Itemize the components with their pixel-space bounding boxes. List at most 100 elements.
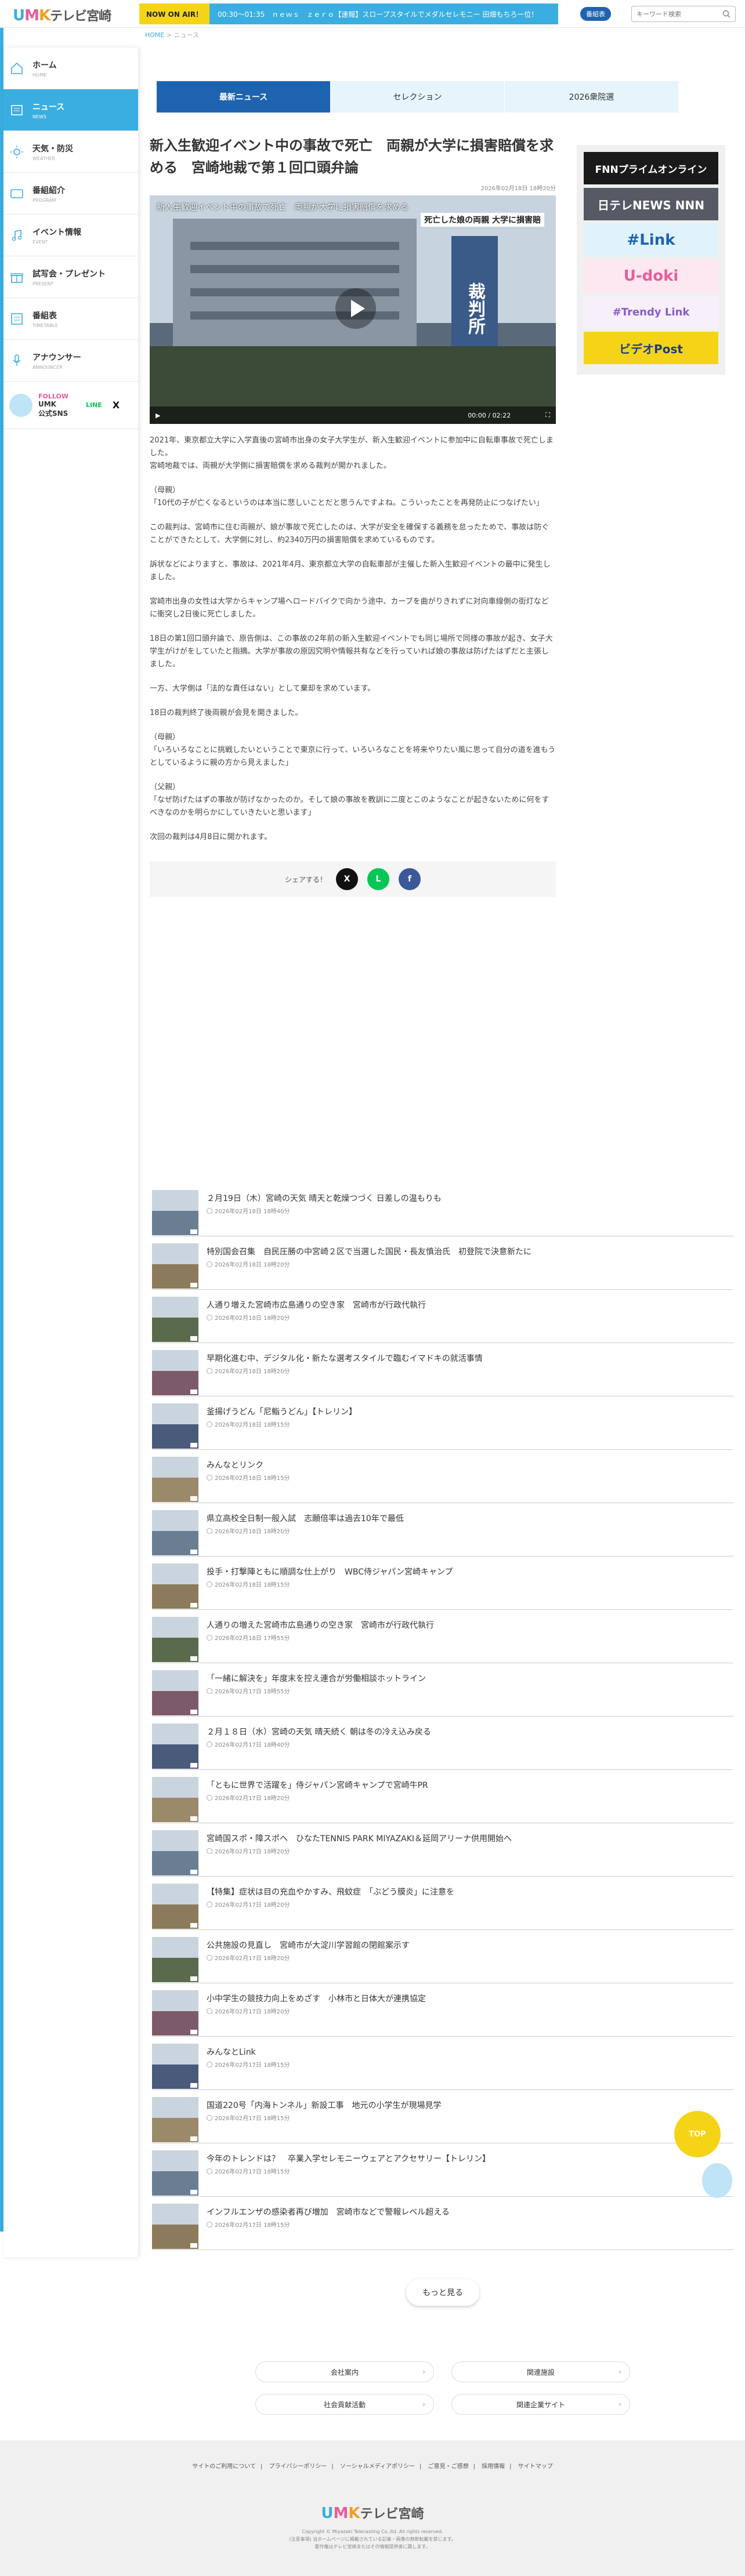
site-logo[interactable]: UMKテレビ宮崎 [13, 6, 111, 24]
tab-election[interactable]: 2026衆院選 [505, 81, 679, 113]
news-thumbnail[interactable] [152, 1350, 198, 1395]
news-title[interactable]: 国道220号「内海トンネル」新設工事 地元の小学生が現場見学 [207, 2099, 441, 2111]
news-thumbnail[interactable] [152, 1617, 198, 1662]
news-title[interactable]: 早期化進む中、デジタル化・新たな選考スタイルで臨むイマドキの就活事情 [207, 1352, 483, 1364]
news-list-item[interactable]: 宮崎国スポ・障スポへ ひなたTENNIS PARK MIYAZAKI＆延岡アリー… [152, 1823, 733, 1877]
video-controls[interactable]: ▶ 00:00 / 02:22 ⛶ [150, 407, 556, 424]
footer-nav-item[interactable]: 採用情報 [482, 2463, 505, 2470]
tab-selection[interactable]: セレクション [331, 81, 505, 113]
line-icon[interactable]: LINE [86, 401, 102, 409]
news-list-item[interactable]: 国道220号「内海トンネル」新設工事 地元の小学生が現場見学 2026年02月17… [152, 2090, 733, 2143]
news-list-item[interactable]: ２月１８日（水）宮崎の天気 晴天続く 朝は冬の冷え込み戻る 2026年02月17日… [152, 1717, 733, 1770]
news-list-item[interactable]: 公共施設の見直し 宮崎市が大淀川学習館の閉館案示す 2026年02月17日 18時… [152, 1930, 733, 1983]
news-title[interactable]: インフルエンザの感染者再び増加 宮崎市などで警報レベル超える [207, 2206, 450, 2218]
banner-link[interactable]: #Link [584, 224, 718, 256]
banner-fnn[interactable]: FNNプライムオンライン [584, 152, 718, 184]
news-title[interactable]: ２月１８日（水）宮崎の天気 晴天続く 朝は冬の冷え込み戻る [207, 1726, 431, 1737]
news-thumbnail[interactable] [152, 1190, 198, 1235]
news-title[interactable]: 「ともに世界で活躍を」侍ジャパン宮崎キャンプで宮崎牛PR [207, 1779, 428, 1791]
news-thumbnail[interactable] [152, 1724, 198, 1769]
news-thumbnail[interactable] [152, 1243, 198, 1289]
play-icon[interactable]: ▶ [155, 412, 160, 419]
news-list-item[interactable]: 今年のトレンドは？ 卒業入学セレモニーウェアとアクセサリー【トレリン】 2026年… [152, 2143, 733, 2197]
news-thumbnail[interactable] [152, 1297, 198, 1342]
news-list-item[interactable]: みんなとLink 2026年02月17日 18時15分 [152, 2037, 733, 2090]
news-title[interactable]: 特別国会召集 自民圧勝の中宮崎２区で当選した国民・長友慎治氏 初登院で決意新たに [207, 1246, 531, 1257]
news-list-item[interactable]: みんなとリンク 2026年02月18日 18時15分 [152, 1450, 733, 1503]
footer-logo[interactable]: UMKテレビ宮崎 [0, 2504, 745, 2522]
share-x-icon[interactable]: X [336, 868, 358, 890]
news-title[interactable]: 宮崎国スポ・障スポへ ひなたTENNIS PARK MIYAZAKI＆延岡アリー… [207, 1833, 512, 1844]
tab-latest-news[interactable]: 最新ニュース [157, 81, 331, 113]
footer-nav-item[interactable]: プライバシーポリシー [269, 2463, 327, 2470]
news-list-item[interactable]: 特別国会召集 自民圧勝の中宮崎２区で当選した国民・長友慎治氏 初登院で決意新たに… [152, 1236, 733, 1290]
banner-udoki[interactable]: U-doki [584, 260, 718, 292]
news-title[interactable]: みんなとリンク [207, 1459, 290, 1471]
footer-nav-item[interactable]: ソーシャルメディアポリシー [340, 2463, 415, 2470]
news-list-item[interactable]: ２月19日（木）宮崎の天気 晴天と乾燥つづく 日差しの温もりも 2026年02月1… [152, 1183, 733, 1236]
timetable-button[interactable]: 番組表 [580, 7, 611, 21]
video-player[interactable]: 裁判所 新入生歓迎イベント中の事故で死亡 両親が大学に損害賠償を求める 死亡した… [150, 195, 556, 424]
search-input[interactable] [632, 6, 713, 21]
back-to-top-button[interactable]: TOP [674, 2111, 721, 2157]
news-list-item[interactable]: 釜揚げうどん「尼鮨うどん」【トレリン】 2026年02月18日 18時15分 [152, 1396, 733, 1450]
news-title[interactable]: 今年のトレンドは？ 卒業入学セレモニーウェアとアクセサリー【トレリン】 [207, 2153, 490, 2164]
sidebar-item-weather[interactable]: 天気・防災 WEATHER [3, 131, 138, 173]
share-line-icon[interactable]: L [367, 868, 389, 890]
news-list-item[interactable]: 早期化進む中、デジタル化・新たな選考スタイルで臨むイマドキの就活事情 2026年0… [152, 1343, 733, 1396]
news-thumbnail[interactable] [152, 1510, 198, 1555]
news-title[interactable]: 釜揚げうどん「尼鮨うどん」【トレリン】 [207, 1406, 357, 1417]
news-thumbnail[interactable] [152, 2097, 198, 2142]
more-button[interactable]: もっと見る [406, 2279, 479, 2306]
news-thumbnail[interactable] [152, 1563, 198, 1609]
news-title[interactable]: 【特集】症状は目の充血やかすみ、飛蚊症 「ぶどう膜炎」に注意を [207, 1886, 454, 1897]
news-thumbnail[interactable] [152, 1937, 198, 1982]
banner-trendy-link[interactable]: #Trendy Link [584, 296, 718, 328]
news-thumbnail[interactable] [152, 1457, 198, 1502]
news-list-item[interactable]: 人通りの増えた宮崎市広島通りの空き家 宮崎市が行政代執行 2026年02月18日 … [152, 1610, 733, 1663]
sidebar-item-event[interactable]: イベント情報 EVENT [3, 215, 138, 256]
news-title[interactable]: 人通り増えた宮崎市広島通りの空き家 宮崎市が行政代執行 [207, 1299, 426, 1311]
news-title[interactable]: 県立高校全日制一般入試 志願倍率は過去10年で最低 [207, 1512, 404, 1524]
news-title[interactable]: 小中学生の競技力向上をめざす 小林市と日体大が連携協定 [207, 1993, 426, 2004]
news-list-item[interactable]: 「一緒に解決を」年度末を控え連合が労働相談ホットライン 2026年02月17日 1… [152, 1663, 733, 1717]
banner-video-post[interactable]: ビデオPost [584, 332, 718, 364]
news-thumbnail[interactable] [152, 1990, 198, 2036]
news-thumbnail[interactable] [152, 2150, 198, 2196]
sidebar-item-announcer[interactable]: アナウンサー ANNOUNCER [3, 340, 138, 382]
footer-nav-item[interactable]: ご意見・ご感想 [428, 2463, 469, 2470]
news-list-item[interactable]: 県立高校全日制一般入試 志願倍率は過去10年で最低 2026年02月18日 18時… [152, 1503, 733, 1557]
news-title[interactable]: 「一緒に解決を」年度末を控え連合が労働相談ホットライン [207, 1672, 426, 1684]
footer-nav-item[interactable]: サイトマップ [518, 2463, 553, 2470]
banner-ntv-news[interactable]: 日テレNEWS NNN [584, 188, 718, 220]
footer-nav-item[interactable]: サイトのご利用について [192, 2463, 256, 2470]
share-facebook-icon[interactable]: f [399, 868, 421, 890]
footer-link-related[interactable]: 関連企業サイト [451, 2394, 630, 2415]
news-thumbnail[interactable] [152, 2044, 198, 2089]
sidebar-item-present[interactable]: 試写会・プレゼント PRESENT [3, 256, 138, 298]
footer-link-csr[interactable]: 社会貢献活動 [255, 2394, 434, 2415]
news-list-item[interactable]: 投手・打撃陣ともに順調な仕上がり WBC侍ジャパン宮崎キャンプ 2026年02月1… [152, 1557, 733, 1610]
news-list-item[interactable]: インフルエンザの感染者再び増加 宮崎市などで警報レベル超える 2026年02月17… [152, 2197, 733, 2250]
sidebar-item-news[interactable]: ニュース NEWS [3, 89, 138, 131]
news-list-item[interactable]: 「ともに世界で活躍を」侍ジャパン宮崎キャンプで宮崎牛PR 2026年02月17日 … [152, 1770, 733, 1823]
sidebar-item-home[interactable]: ホーム HOME [3, 48, 138, 89]
news-title[interactable]: みんなとLink [207, 2046, 290, 2058]
play-button[interactable] [335, 288, 376, 329]
news-thumbnail[interactable] [152, 1777, 198, 1822]
news-title[interactable]: 公共施設の見直し 宮崎市が大淀川学習館の閉館案示す [207, 1939, 410, 1951]
news-thumbnail[interactable] [152, 1670, 198, 1715]
fullscreen-icon[interactable]: ⛶ [545, 411, 550, 419]
news-thumbnail[interactable] [152, 2204, 198, 2249]
news-thumbnail[interactable] [152, 1403, 198, 1449]
news-thumbnail[interactable] [152, 1884, 198, 1929]
sidebar-item-timetable[interactable]: 番組表 TIMETABLE [3, 298, 138, 340]
news-title[interactable]: ２月19日（木）宮崎の天気 晴天と乾燥つづく 日差しの温もりも [207, 1192, 442, 1204]
news-thumbnail[interactable] [152, 1830, 198, 1875]
news-list-item[interactable]: 人通り増えた宮崎市広島通りの空き家 宮崎市が行政代執行 2026年02月18日 1… [152, 1290, 733, 1343]
news-title[interactable]: 人通りの増えた宮崎市広島通りの空き家 宮崎市が行政代執行 [207, 1619, 434, 1631]
sidebar-item-program[interactable]: 番組紹介 PROGRAM [3, 173, 138, 215]
breadcrumb-home[interactable]: HOME [145, 31, 164, 39]
search-icon[interactable] [722, 10, 730, 18]
news-title[interactable]: 投手・打撃陣ともに順調な仕上がり WBC侍ジャパン宮崎キャンプ [207, 1566, 453, 1577]
